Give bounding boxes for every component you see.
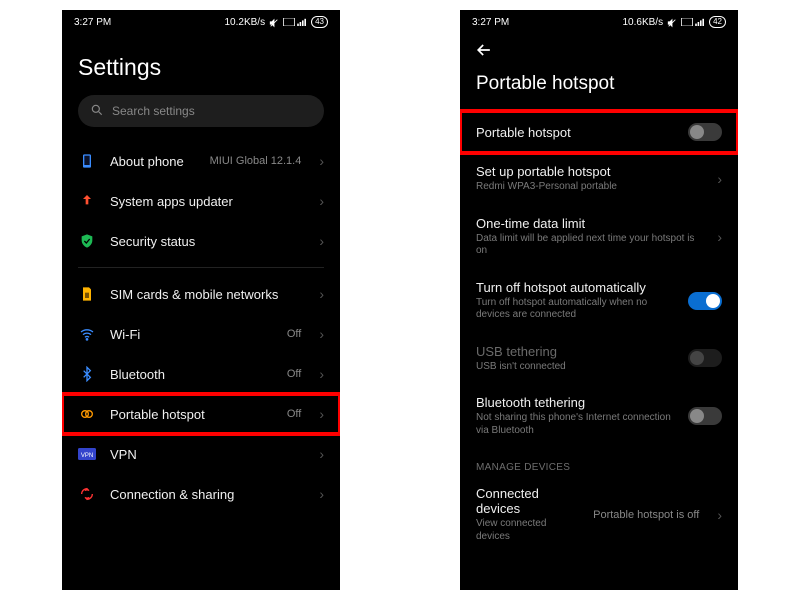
sim-icon xyxy=(78,285,96,303)
row-value: Off xyxy=(287,408,301,420)
row-label: Portable hotspot xyxy=(476,125,674,140)
svg-text:VPN: VPN xyxy=(81,453,93,459)
row-sub: Not sharing this phone's Internet connec… xyxy=(476,412,674,437)
row-label: Set up portable hotspot xyxy=(476,164,703,179)
row-value: MIUI Global 12.1.4 xyxy=(210,155,302,167)
share-icon xyxy=(78,485,96,503)
row-label: System apps updater xyxy=(110,194,305,209)
row-label: About phone xyxy=(110,154,196,169)
row-label: USB tethering xyxy=(476,344,674,359)
battery-icon: 43 xyxy=(311,16,328,28)
row-connection-sharing[interactable]: Connection & sharing › xyxy=(62,474,340,514)
row-sub: Data limit will be applied next time you… xyxy=(476,233,703,258)
silent-icon xyxy=(269,18,279,26)
row-value: Off xyxy=(287,368,301,380)
toggle-off[interactable] xyxy=(688,123,722,141)
shield-icon xyxy=(78,232,96,250)
status-bar: 3:27 PM 10.2KB/s 43 xyxy=(62,10,340,32)
row-label: Portable hotspot xyxy=(110,407,273,422)
chevron-right-icon: › xyxy=(717,172,722,186)
row-sim-networks[interactable]: SIM cards & mobile networks › xyxy=(62,274,340,314)
row-vpn[interactable]: VPN VPN › xyxy=(62,434,340,474)
toggle-off[interactable] xyxy=(688,407,722,425)
chevron-right-icon: › xyxy=(319,407,324,421)
vpn-icon: VPN xyxy=(78,445,96,463)
row-label: Connection & sharing xyxy=(110,487,305,502)
search-placeholder: Search settings xyxy=(112,104,195,118)
silent-icon xyxy=(667,18,677,26)
status-speed: 10.6KB/s xyxy=(623,17,664,28)
bluetooth-icon xyxy=(78,365,96,383)
row-label: VPN xyxy=(110,447,305,462)
row-label: Wi-Fi xyxy=(110,327,273,342)
toggle-disabled xyxy=(688,349,722,367)
volte-icon xyxy=(681,18,691,26)
row-label: One-time data limit xyxy=(476,216,703,231)
row-setup-hotspot[interactable]: Set up portable hotspot Redmi WPA3-Perso… xyxy=(460,153,738,205)
search-input[interactable]: Search settings xyxy=(78,95,324,127)
row-label: Security status xyxy=(110,234,305,249)
chevron-right-icon: › xyxy=(717,508,722,522)
chevron-right-icon: › xyxy=(319,327,324,341)
chevron-right-icon: › xyxy=(319,194,324,208)
wifi-icon xyxy=(78,325,96,343)
phone-icon xyxy=(78,152,96,170)
status-speed: 10.2KB/s xyxy=(225,17,266,28)
hotspot-icon xyxy=(78,405,96,423)
row-sub: Redmi WPA3-Personal portable xyxy=(476,181,703,194)
signal-icon xyxy=(695,18,705,26)
battery-icon: 42 xyxy=(709,16,726,28)
back-button[interactable] xyxy=(460,32,738,63)
chevron-right-icon: › xyxy=(319,154,324,168)
row-bt-tethering[interactable]: Bluetooth tethering Not sharing this pho… xyxy=(460,384,738,448)
row-label: Bluetooth xyxy=(110,367,273,382)
row-sub: USB isn't connected xyxy=(476,361,674,374)
row-value: Off xyxy=(287,328,301,340)
row-connected-devices[interactable]: Connected devices View connected devices… xyxy=(460,475,738,554)
chevron-right-icon: › xyxy=(717,230,722,244)
upload-icon xyxy=(78,192,96,210)
status-bar: 3:27 PM 10.6KB/s 42 xyxy=(460,10,738,32)
page-title: Settings xyxy=(62,32,340,95)
status-time: 3:27 PM xyxy=(472,17,509,28)
row-label: Bluetooth tethering xyxy=(476,395,674,410)
row-label: SIM cards & mobile networks xyxy=(110,287,305,302)
row-auto-off[interactable]: Turn off hotspot automatically Turn off … xyxy=(460,269,738,333)
volte-icon xyxy=(283,18,293,26)
row-system-updater[interactable]: System apps updater › xyxy=(62,181,340,221)
row-sub: View connected devices xyxy=(476,518,579,543)
chevron-right-icon: › xyxy=(319,234,324,248)
phone-hotspot: 3:27 PM 10.6KB/s 42 Portable hotspot Por… xyxy=(460,10,738,590)
chevron-right-icon: › xyxy=(319,447,324,461)
row-portable-hotspot[interactable]: Portable hotspot Off › xyxy=(62,394,340,434)
section-manage-devices: MANAGE DEVICES xyxy=(460,448,738,475)
row-bluetooth[interactable]: Bluetooth Off › xyxy=(62,354,340,394)
arrow-left-icon xyxy=(474,40,494,60)
row-about-phone[interactable]: About phone MIUI Global 12.1.4 › xyxy=(62,141,340,181)
row-hotspot-toggle[interactable]: Portable hotspot xyxy=(460,111,738,153)
page-title: Portable hotspot xyxy=(460,63,738,111)
divider xyxy=(78,267,324,268)
row-label: Connected devices xyxy=(476,486,579,516)
row-label: Turn off hotspot automatically xyxy=(476,280,674,295)
chevron-right-icon: › xyxy=(319,287,324,301)
row-data-limit[interactable]: One-time data limit Data limit will be a… xyxy=(460,205,738,269)
phone-settings: 3:27 PM 10.2KB/s 43 Settings Search sett… xyxy=(62,10,340,590)
search-icon xyxy=(90,103,104,120)
signal-icon xyxy=(297,18,307,26)
status-time: 3:27 PM xyxy=(74,17,111,28)
chevron-right-icon: › xyxy=(319,487,324,501)
chevron-right-icon: › xyxy=(319,367,324,381)
row-wifi[interactable]: Wi-Fi Off › xyxy=(62,314,340,354)
row-usb-tethering: USB tethering USB isn't connected xyxy=(460,333,738,385)
row-sub: Turn off hotspot automatically when no d… xyxy=(476,297,674,322)
toggle-on[interactable] xyxy=(688,292,722,310)
row-value: Portable hotspot is off xyxy=(593,509,699,521)
row-security-status[interactable]: Security status › xyxy=(62,221,340,261)
